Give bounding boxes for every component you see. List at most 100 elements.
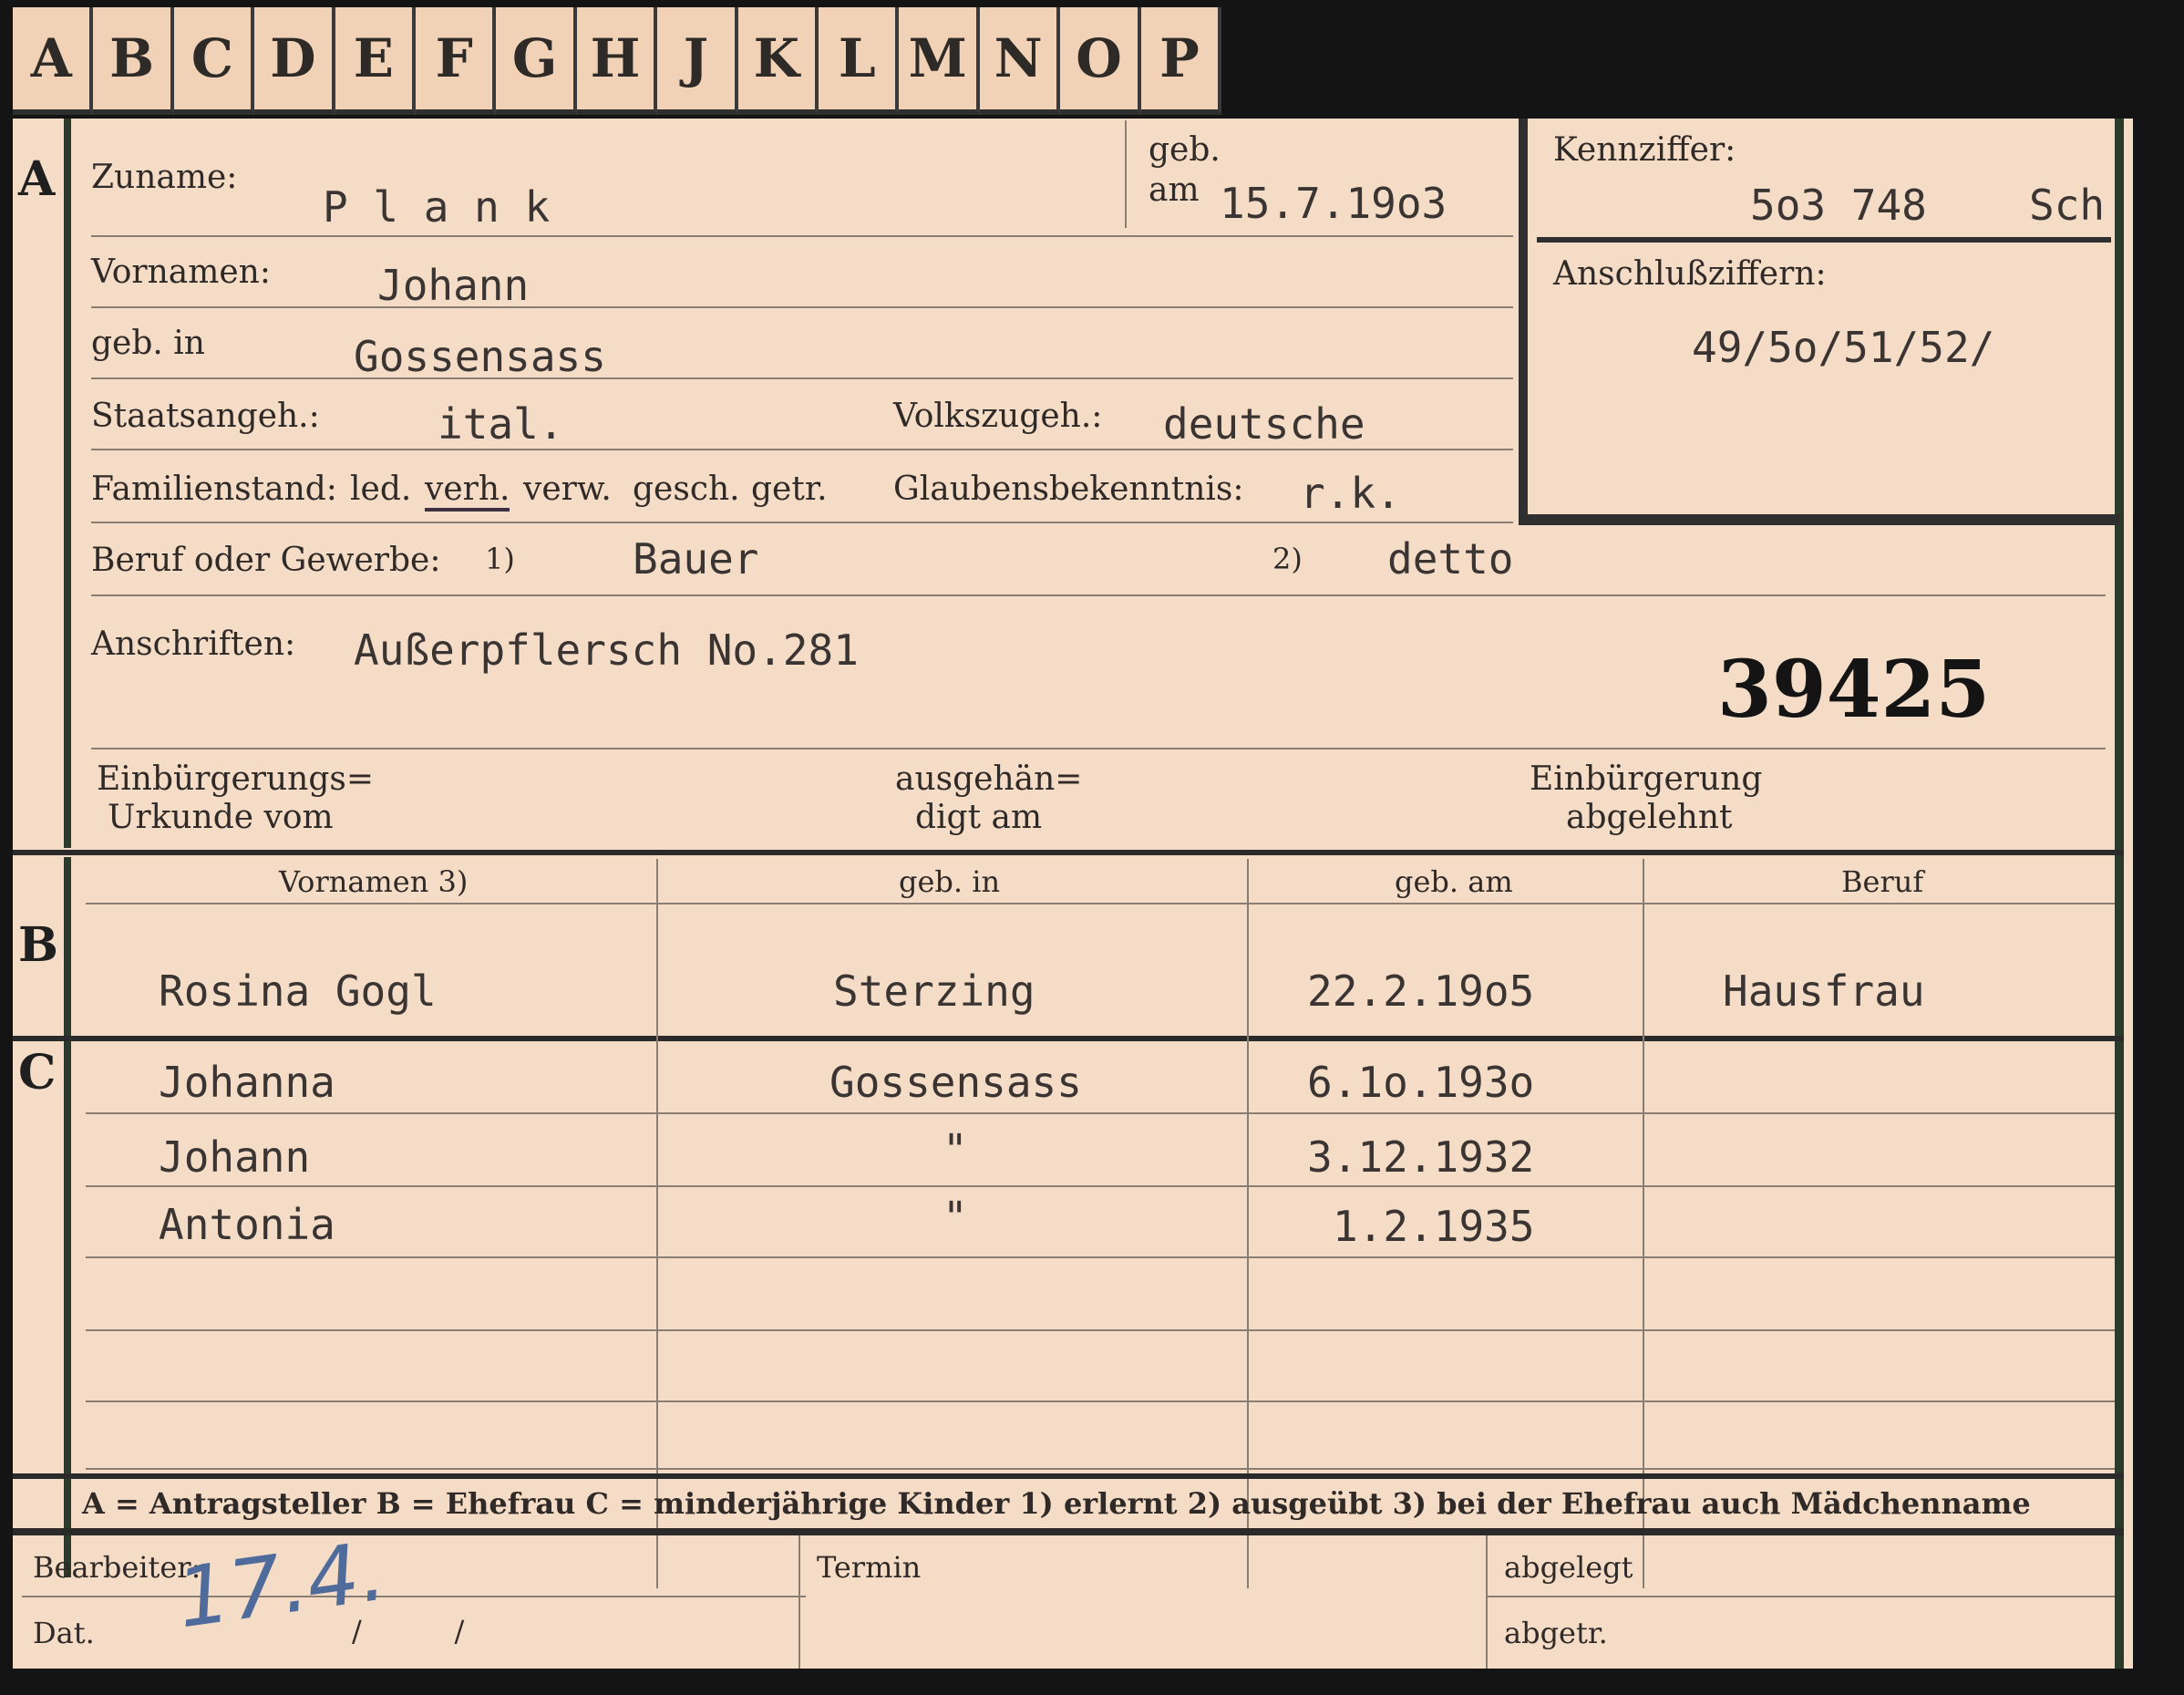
familienstand-option-led: led. — [350, 470, 412, 508]
tab-f[interactable]: F — [416, 7, 497, 115]
tab-j[interactable]: J — [657, 7, 738, 115]
geb-in-value: Gossensass — [354, 332, 606, 381]
rule-c-2 — [86, 1185, 2115, 1187]
volkszugeh-value: deutsche — [1163, 399, 1365, 449]
beruf-note-2: 2) — [1272, 542, 1303, 576]
anschluss-value: 49/5o/51/52/ — [1692, 323, 1995, 372]
glaubens-label: Glaubensbekenntnis: — [893, 470, 1244, 508]
col-header-geb-in: geb. in — [899, 864, 1001, 899]
rule-c-1 — [86, 1112, 2115, 1114]
spouse-vornamen: Rosina Gogl — [159, 966, 437, 1016]
child-2-vornamen: Johann — [159, 1132, 311, 1182]
vornamen-value: Johann — [377, 261, 530, 310]
child-1-geb-in: Gossensass — [829, 1058, 1082, 1107]
einb-abgelehnt-label-2: abgelehnt — [1566, 799, 1733, 836]
einb-abgelehnt-label: Einbürgerung — [1530, 760, 1763, 798]
geb-am-value: 15.7.19o3 — [1220, 179, 1447, 228]
kennziffer-label: Kennziffer: — [1553, 131, 1736, 169]
am-label: am — [1149, 171, 1200, 209]
rule-3 — [91, 377, 1513, 379]
child-1-geb-am: 6.1o.193o — [1307, 1058, 1535, 1107]
section-b-marker: B — [18, 917, 58, 973]
tab-e[interactable]: E — [335, 7, 417, 115]
tab-d[interactable]: D — [254, 7, 335, 115]
rule-7 — [91, 748, 2106, 749]
tab-c[interactable]: C — [173, 7, 255, 115]
spouse-geb-in: Sterzing — [833, 966, 1035, 1016]
tab-a[interactable]: A — [13, 7, 94, 115]
rule-5 — [91, 522, 1513, 523]
geb-label: geb. — [1149, 131, 1221, 169]
footer-divider-2 — [1486, 1535, 1488, 1669]
kennziffer-rule — [1537, 237, 2111, 243]
ausgehaend-label: ausgehän= — [895, 760, 1083, 798]
spouse-geb-am: 22.2.19o5 — [1307, 966, 1535, 1016]
ausgehaend-label-2: digt am — [915, 799, 1043, 836]
alphabet-tabs: ABCDEFGHJKLMNOP — [13, 7, 1222, 115]
familienstand-option-verh: verh. — [425, 470, 510, 512]
tab-n[interactable]: N — [979, 7, 1061, 115]
einb-urkunde-label: Einbürgerungs= — [97, 760, 375, 798]
tab-k[interactable]: K — [737, 7, 819, 115]
familienstand-label: Familienstand: — [91, 470, 337, 508]
anschluss-label: Anschlußziffern: — [1553, 255, 1827, 293]
tab-b[interactable]: B — [93, 7, 174, 115]
child-1-vornamen: Johanna — [159, 1058, 335, 1107]
section-a-marker: A — [18, 151, 56, 207]
abgelegt-label: abgelegt — [1504, 1550, 1633, 1585]
kennziffer-value: 5o3 748 — [1750, 181, 1927, 230]
familienstand-option-getr: getr. — [751, 470, 828, 508]
rule-6 — [91, 594, 2106, 596]
stamp-number: 39425 — [1717, 644, 1991, 736]
col-divider-1 — [656, 859, 658, 1588]
anschriften-label: Anschriften: — [91, 625, 296, 663]
section-c-marker: C — [18, 1045, 57, 1101]
tab-h[interactable]: H — [576, 7, 658, 115]
spouse-beruf: Hausfrau — [1723, 966, 1925, 1016]
beruf-value-1: Bauer — [633, 534, 759, 584]
staatsangeh-label: Staatsangeh.: — [91, 398, 320, 435]
tab-o[interactable]: O — [1060, 7, 1141, 115]
einb-urkunde-label-2: Urkunde vom — [108, 799, 334, 836]
geb-in-label: geb. in — [91, 325, 205, 362]
rule-2 — [91, 306, 1513, 308]
rule-footer-left — [22, 1596, 806, 1597]
tab-p[interactable]: P — [1140, 7, 1222, 115]
legend-text: A = Antragsteller B = Ehefrau C = minder… — [82, 1486, 2031, 1521]
zuname-label: Zuname: — [91, 159, 238, 196]
familienstand-option-verw: verw. — [523, 470, 612, 508]
rule-c-6 — [86, 1468, 2115, 1470]
tab-g[interactable]: G — [496, 7, 577, 115]
tab-l[interactable]: L — [819, 7, 900, 115]
beruf-note-1: 1) — [485, 542, 515, 576]
kennziffer-box — [1519, 119, 2120, 525]
beruf-value-2: detto — [1387, 534, 1514, 584]
volkszugeh-label: Volkszugeh.: — [893, 398, 1103, 435]
child-2-geb-in: " — [943, 1125, 968, 1174]
child-3-geb-in: " — [943, 1193, 968, 1242]
rule-c-3 — [86, 1256, 2115, 1258]
abgetr-label: abgetr. — [1504, 1616, 1608, 1650]
tab-m[interactable]: M — [899, 7, 980, 115]
left-rule-bc — [64, 857, 71, 1577]
left-rule-a — [64, 119, 71, 848]
glaubens-value: r.k. — [1300, 469, 1401, 518]
col-divider-3 — [1643, 859, 1644, 1588]
col-header-vornamen: Vornamen 3) — [279, 864, 469, 899]
staatsangeh-value: ital. — [438, 399, 564, 449]
kennziffer-suffix: Sch — [2029, 181, 2106, 230]
col-header-geb-am: geb. am — [1395, 864, 1513, 899]
anschriften-value: Außerpflersch No.281 — [354, 625, 859, 675]
rule-legend-top — [13, 1473, 2124, 1479]
rule-footer-right — [1486, 1596, 2115, 1597]
col-divider-2 — [1247, 859, 1249, 1588]
footer-divider-1 — [798, 1535, 800, 1669]
beruf-label: Beruf oder Gewerbe: — [91, 542, 441, 579]
rule-section-c — [13, 1036, 2124, 1041]
registration-card: A Zuname: P l a n k geb. am 15.7.19o3 Ke… — [13, 119, 2133, 1669]
child-3-geb-am: 1.2.1935 — [1333, 1202, 1535, 1251]
vornamen-label: Vornamen: — [91, 253, 271, 291]
rule-4 — [91, 449, 1513, 450]
termin-label: Termin — [817, 1550, 922, 1585]
rule-section-b — [13, 850, 2124, 855]
